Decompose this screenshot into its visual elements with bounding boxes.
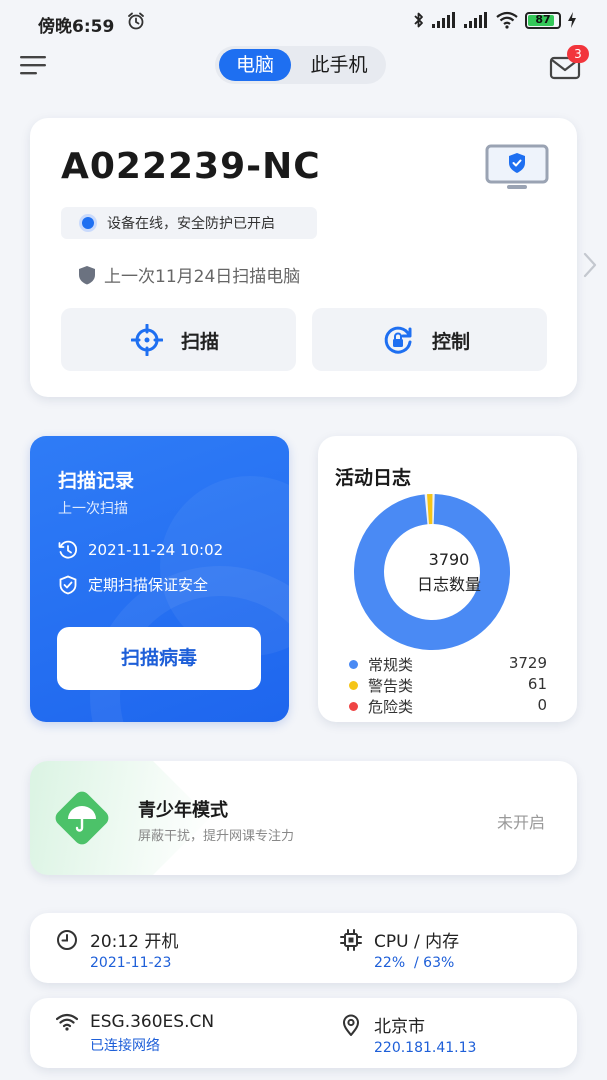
crosshair-icon — [131, 324, 163, 356]
chevron-right-icon[interactable] — [582, 252, 598, 278]
charging-icon — [568, 12, 576, 28]
scan-tip: 定期扫描保证安全 — [58, 574, 208, 595]
control-button[interactable]: 控制 — [312, 308, 547, 371]
network-info: ESG.360ES.CN 已连接网络 — [56, 1012, 214, 1055]
protected-monitor-icon — [485, 144, 549, 189]
remote-control-icon — [384, 326, 412, 354]
activity-log-title: 活动日志 — [335, 467, 412, 489]
location-info: 北京市 220.181.41.13 — [340, 1012, 476, 1056]
legend-item-danger: 危险类 0 — [349, 696, 547, 717]
wifi-icon — [56, 1013, 78, 1031]
status-bar: 傍晚6:59 87 — [0, 0, 607, 44]
legend-item-warning: 警告类 61 — [349, 675, 547, 696]
network-status: 已连接网络 — [90, 1038, 160, 1054]
shield-icon — [79, 265, 95, 284]
last-scan-info: 上一次11月24日扫描电脑 — [78, 262, 300, 287]
wifi-icon — [496, 11, 518, 29]
system-info-card[interactable]: 20:12 开机 2021-11-23 CPU / 内存 22% / 63% — [30, 913, 577, 983]
scan-record-title: 扫描记录 — [58, 470, 135, 492]
signal-icon — [432, 12, 455, 28]
scan-button[interactable]: 扫描 — [61, 308, 296, 371]
device-card[interactable]: A022239-NC 设备在线，安全防护已开启 上一次11月24日扫描电脑 扫描… — [30, 118, 577, 397]
cpu-chip-icon — [340, 928, 362, 951]
legend-value: 3729 — [508, 654, 547, 672]
device-tab-switch: 电脑 此手机 — [215, 46, 386, 84]
signal-icon — [464, 12, 487, 28]
boot-time-text: 20:12 开机 — [90, 932, 179, 952]
scan-record-subtitle: 上一次扫描 — [58, 501, 128, 517]
legend-value: 0 — [537, 696, 547, 714]
log-total-label: 日志数量 — [416, 575, 481, 594]
tab-computer[interactable]: 电脑 — [219, 49, 291, 81]
legend-value: 61 — [527, 675, 547, 693]
network-info-card[interactable]: ESG.360ES.CN 已连接网络 北京市 220.181.41.13 — [30, 998, 577, 1068]
legend-dot-normal — [349, 660, 358, 669]
teen-mode-card[interactable]: 青少年模式 屏蔽干扰，提升网课专注力 未开启 — [30, 761, 577, 875]
scan-virus-button[interactable]: 扫描病毒 — [57, 627, 261, 690]
online-status-text: 设备在线，安全防护已开启 — [107, 216, 275, 232]
cpu-memory-info: CPU / 内存 22% / 63% — [340, 927, 459, 971]
location-ip: 220.181.41.13 — [374, 1040, 477, 1056]
mail-badge: 3 — [567, 45, 589, 63]
legend-label: 警告类 — [368, 677, 414, 695]
network-name: ESG.360ES.CN — [90, 1012, 215, 1032]
last-scan-text: 上一次11月24日扫描电脑 — [104, 267, 301, 287]
scan-tip-text: 定期扫描保证安全 — [88, 576, 209, 594]
battery-level: 87 — [535, 12, 551, 26]
scan-datetime-text: 2021-11-24 10:02 — [88, 541, 224, 559]
scan-record-card[interactable]: 扫描记录 上一次扫描 2021-11-24 10:02 定期扫描保证安全 扫描病… — [30, 436, 289, 722]
location-pin-icon — [343, 1014, 359, 1036]
legend-dot-danger — [349, 702, 358, 711]
history-clock-icon — [58, 540, 78, 559]
teen-mode-title: 青少年模式 — [138, 800, 228, 821]
teen-mode-subtitle: 屏蔽干扰，提升网课专注力 — [138, 829, 295, 844]
legend-label: 常规类 — [368, 656, 414, 674]
online-dot — [82, 217, 94, 229]
legend-label: 危险类 — [368, 698, 414, 716]
scan-button-label: 扫描 — [181, 331, 220, 353]
log-legend: 常规类 3729 警告类 61 危险类 0 — [349, 654, 547, 717]
device-name: A022239-NC — [61, 146, 321, 187]
boot-date: 2021-11-23 — [90, 955, 172, 971]
last-scan-datetime: 2021-11-24 10:02 — [58, 540, 223, 560]
legend-dot-warning — [349, 681, 358, 690]
shield-check-icon — [59, 575, 77, 594]
cpu-memory-label: CPU / 内存 — [374, 932, 460, 952]
cpu-memory-values: 22% / 63% — [374, 955, 455, 971]
menu-icon[interactable] — [20, 52, 48, 78]
teen-mode-status[interactable]: 未开启 — [497, 809, 545, 833]
battery-icon: 87 — [525, 11, 561, 29]
umbrella-icon — [55, 791, 109, 845]
boot-time-info: 20:12 开机 2021-11-23 — [56, 927, 178, 971]
online-status-chip: 设备在线，安全防护已开启 — [61, 207, 317, 239]
activity-log-card[interactable]: 活动日志 3790 日志数量 常规类 3729 警告类 61 危险类 0 — [318, 436, 577, 722]
bluetooth-icon — [414, 12, 423, 28]
legend-item-normal: 常规类 3729 — [349, 654, 547, 675]
log-total: 3790 — [428, 550, 470, 569]
clock-icon — [57, 929, 77, 950]
status-time: 傍晚6:59 — [38, 17, 115, 37]
tab-this-phone[interactable]: 此手机 — [297, 49, 381, 81]
location-city: 北京市 — [374, 1017, 425, 1037]
control-button-label: 控制 — [432, 331, 471, 353]
alarm-icon — [128, 12, 144, 30]
